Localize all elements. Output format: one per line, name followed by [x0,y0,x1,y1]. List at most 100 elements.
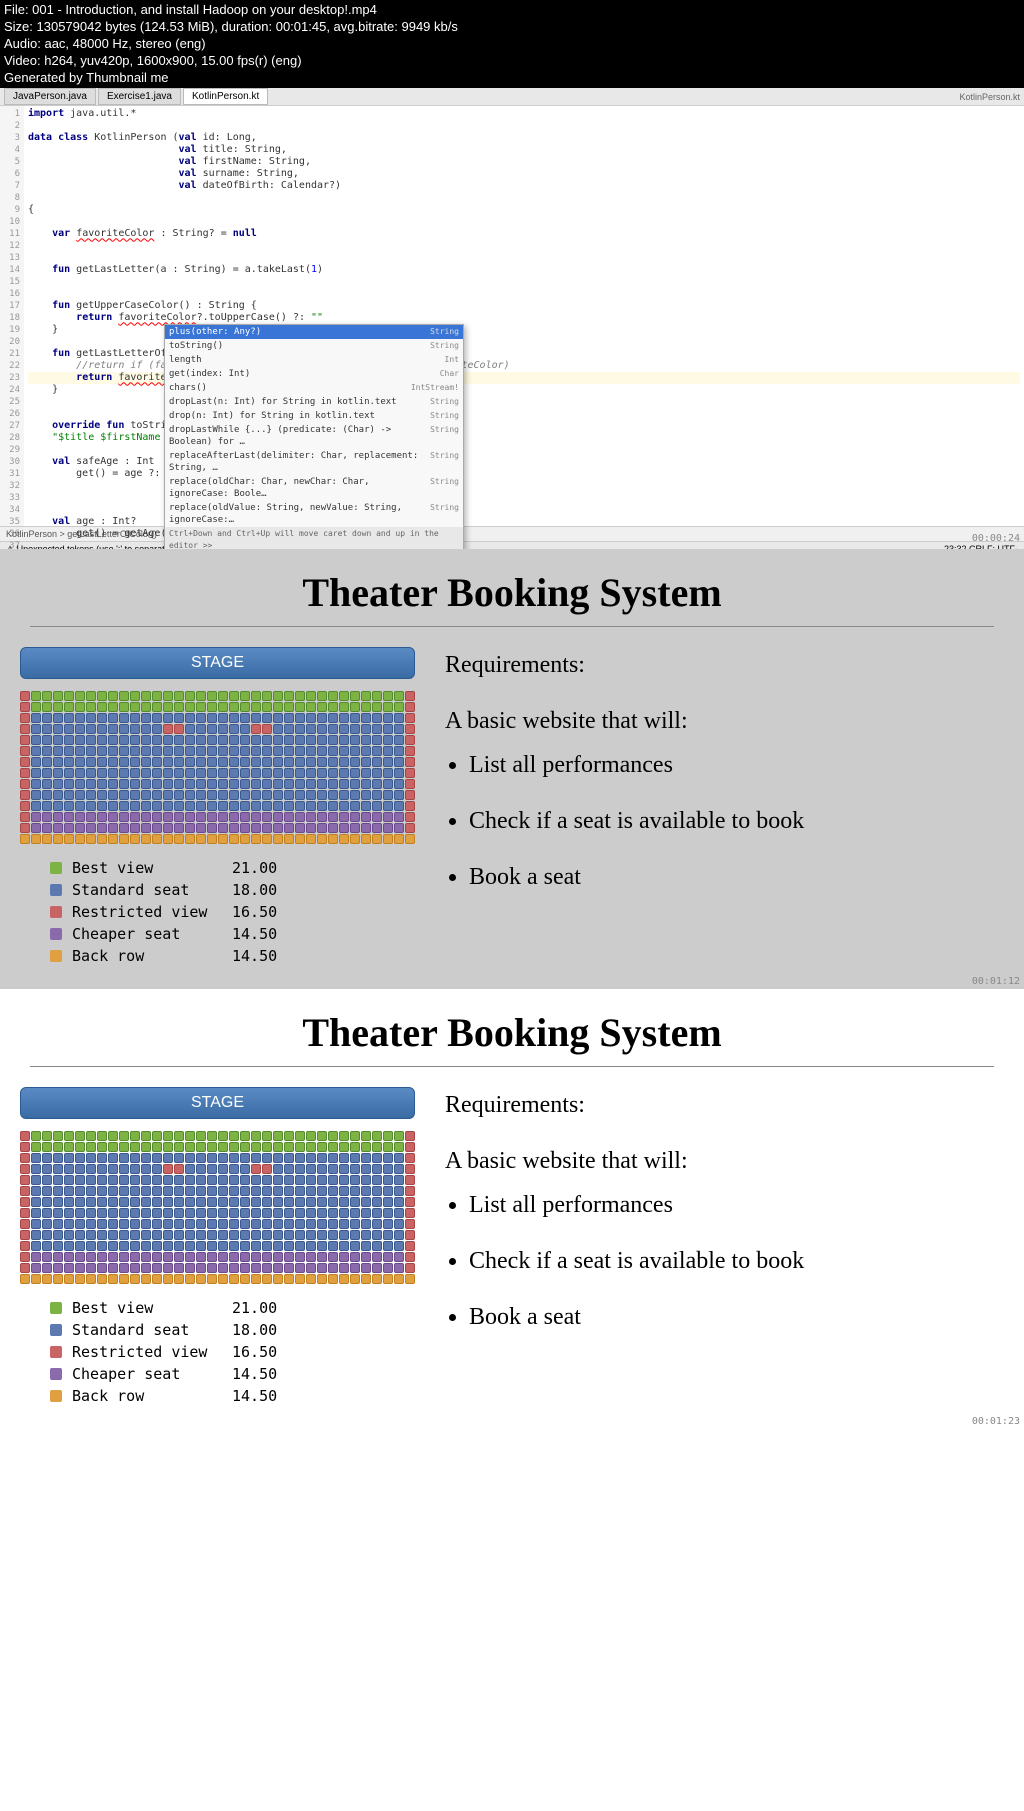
seat[interactable] [372,1164,382,1174]
seat[interactable] [163,801,173,811]
seat[interactable] [405,724,415,734]
seat[interactable] [284,1197,294,1207]
seat[interactable] [262,1131,272,1141]
seat[interactable] [405,1274,415,1284]
seat[interactable] [64,713,74,723]
seat[interactable] [64,1153,74,1163]
seat[interactable] [383,1186,393,1196]
seat[interactable] [196,713,206,723]
seat[interactable] [75,746,85,756]
seat[interactable] [394,735,404,745]
seat[interactable] [229,757,239,767]
seat[interactable] [20,768,30,778]
seat[interactable] [196,735,206,745]
seat[interactable] [394,1252,404,1262]
seat[interactable] [273,691,283,701]
seat[interactable] [130,768,140,778]
seat[interactable] [53,834,63,844]
seat[interactable] [64,779,74,789]
seat[interactable] [262,834,272,844]
seat[interactable] [108,790,118,800]
seat[interactable] [20,1153,30,1163]
seat[interactable] [328,757,338,767]
seat[interactable] [295,735,305,745]
seat[interactable] [284,1131,294,1141]
seat[interactable] [339,834,349,844]
seat[interactable] [383,1153,393,1163]
seat[interactable] [262,1142,272,1152]
seat[interactable] [306,1197,316,1207]
seat[interactable] [108,1164,118,1174]
seat[interactable] [42,691,52,701]
seat[interactable] [405,1241,415,1251]
seat[interactable] [207,1241,217,1251]
seat[interactable] [42,1175,52,1185]
seat[interactable] [350,1186,360,1196]
seat[interactable] [64,1164,74,1174]
seat[interactable] [130,1164,140,1174]
seat[interactable] [185,1131,195,1141]
seat[interactable] [185,812,195,822]
seat[interactable] [317,1175,327,1185]
seat[interactable] [163,746,173,756]
seat[interactable] [207,1263,217,1273]
seat[interactable] [218,713,228,723]
seat[interactable] [251,768,261,778]
seat[interactable] [350,1175,360,1185]
seat[interactable] [97,735,107,745]
seat[interactable] [53,691,63,701]
seat[interactable] [196,1197,206,1207]
seat[interactable] [174,724,184,734]
seat[interactable] [284,1219,294,1229]
seat[interactable] [218,1252,228,1262]
seat[interactable] [218,1208,228,1218]
seat[interactable] [339,713,349,723]
seat[interactable] [306,1142,316,1152]
seat[interactable] [42,1241,52,1251]
seat[interactable] [53,1197,63,1207]
seat[interactable] [20,1142,30,1152]
seat[interactable] [152,691,162,701]
seat[interactable] [262,790,272,800]
seat[interactable] [262,1219,272,1229]
seat[interactable] [284,1186,294,1196]
seat[interactable] [372,1230,382,1240]
seat[interactable] [64,1219,74,1229]
seat[interactable] [86,1263,96,1273]
seat[interactable] [119,1153,129,1163]
seat[interactable] [97,702,107,712]
seat[interactable] [262,746,272,756]
seat[interactable] [119,1186,129,1196]
seat[interactable] [284,746,294,756]
seat[interactable] [130,1208,140,1218]
seat[interactable] [75,790,85,800]
seat[interactable] [394,1164,404,1174]
seat[interactable] [339,724,349,734]
seat[interactable] [284,790,294,800]
seat[interactable] [75,1153,85,1163]
seat[interactable] [383,1241,393,1251]
seat[interactable] [262,691,272,701]
seat[interactable] [383,724,393,734]
seat[interactable] [284,834,294,844]
seat[interactable] [251,1252,261,1262]
seat[interactable] [295,1219,305,1229]
seat[interactable] [240,757,250,767]
seat[interactable] [207,1153,217,1163]
seat[interactable] [207,1230,217,1240]
seat[interactable] [350,757,360,767]
seat[interactable] [97,1208,107,1218]
seat[interactable] [339,702,349,712]
seat[interactable] [174,1219,184,1229]
seat[interactable] [20,790,30,800]
seat[interactable] [295,1175,305,1185]
seat[interactable] [218,834,228,844]
seat[interactable] [152,1142,162,1152]
seat[interactable] [218,1263,228,1273]
seat[interactable] [108,812,118,822]
seat[interactable] [42,1164,52,1174]
seat[interactable] [262,702,272,712]
seat[interactable] [174,1131,184,1141]
seat[interactable] [196,724,206,734]
seat[interactable] [394,823,404,833]
